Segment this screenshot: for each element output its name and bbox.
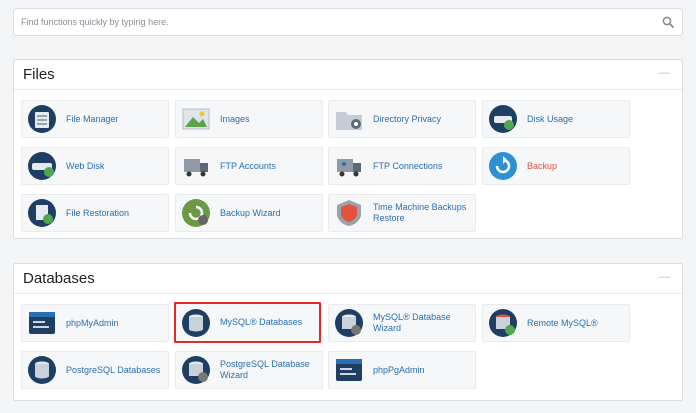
backup-wizard-icon	[182, 199, 210, 227]
disk-usage-link[interactable]: Disk Usage	[482, 100, 630, 138]
images-label: Images	[220, 113, 250, 124]
directory-privacy-label: Directory Privacy	[373, 113, 442, 124]
file-manager-icon	[28, 105, 56, 133]
ftp-connections-icon	[337, 159, 361, 177]
phppgadmin-link[interactable]: phpPgAdmin	[328, 351, 476, 389]
postgresql-databases-label: PostgreSQL Databases	[66, 364, 161, 375]
mysql-wizard-icon	[335, 309, 363, 337]
disk-usage-icon	[489, 105, 517, 133]
mysql-databases-icon	[182, 308, 210, 337]
databases-panel-title: Databases	[23, 270, 95, 287]
databases-panel: Databases — phpMyAdmin MySQL® Databases …	[13, 263, 683, 401]
directory-privacy-icon	[336, 112, 362, 130]
divider	[14, 293, 682, 294]
files-panel-title: Files	[23, 66, 55, 83]
phpmyadmin-link[interactable]: phpMyAdmin	[21, 304, 169, 342]
databases-collapse-button[interactable]: —	[659, 271, 670, 283]
ftp-accounts-icon	[184, 159, 208, 177]
file-manager-link[interactable]: File Manager	[21, 100, 169, 138]
ftp-connections-label: FTP Connections	[373, 160, 443, 171]
divider	[14, 89, 682, 90]
file-restoration-label: File Restoration	[66, 207, 130, 218]
web-disk-icon	[28, 152, 56, 180]
postgresql-databases-link[interactable]: PostgreSQL Databases	[21, 351, 169, 389]
mysql-databases-link[interactable]: MySQL® Databases	[174, 302, 321, 343]
postgresql-wizard-icon	[182, 356, 210, 384]
directory-privacy-link[interactable]: Directory Privacy	[328, 100, 476, 138]
ftp-accounts-link[interactable]: FTP Accounts	[175, 147, 323, 185]
file-restoration-link[interactable]: File Restoration	[21, 194, 169, 232]
postgresql-wizard-link[interactable]: PostgreSQL Database Wizard	[175, 351, 323, 389]
mysql-wizard-link[interactable]: MySQL® Database Wizard	[328, 304, 476, 342]
remote-mysql-label: Remote MySQL®	[527, 317, 598, 328]
postgresql-databases-icon	[28, 356, 56, 384]
file-restoration-icon	[28, 199, 56, 227]
files-panel: Files — File Manager Images Directory Pr…	[13, 59, 683, 239]
disk-usage-label: Disk Usage	[527, 113, 574, 124]
search-input[interactable]	[14, 9, 644, 35]
backup-wizard-link[interactable]: Backup Wizard	[175, 194, 323, 232]
postgresql-wizard-label: PostgreSQL Database Wizard	[220, 359, 310, 380]
images-link[interactable]: Images	[175, 100, 323, 138]
images-icon	[182, 108, 210, 130]
ftp-accounts-label: FTP Accounts	[220, 160, 276, 171]
phppgadmin-icon	[336, 359, 362, 381]
web-disk-label: Web Disk	[66, 160, 105, 171]
web-disk-link[interactable]: Web Disk	[21, 147, 169, 185]
ftp-connections-link[interactable]: FTP Connections	[328, 147, 476, 185]
backup-label: Backup	[527, 160, 558, 171]
search-bar	[13, 8, 683, 36]
time-machine-link[interactable]: Time Machine Backups Restore	[328, 194, 476, 232]
time-machine-icon	[337, 200, 361, 226]
backup-icon	[489, 152, 517, 180]
mysql-wizard-label: MySQL® Database Wizard	[373, 312, 451, 333]
remote-mysql-icon	[489, 309, 517, 337]
search-icon[interactable]	[662, 16, 674, 28]
backup-link[interactable]: Backup	[482, 147, 630, 185]
phpmyadmin-icon	[29, 312, 55, 334]
backup-wizard-label: Backup Wizard	[220, 207, 281, 218]
files-collapse-button[interactable]: —	[659, 67, 670, 79]
remote-mysql-link[interactable]: Remote MySQL®	[482, 304, 630, 342]
phppgadmin-label: phpPgAdmin	[373, 364, 425, 375]
file-manager-label: File Manager	[66, 113, 119, 124]
phpmyadmin-label: phpMyAdmin	[66, 317, 119, 328]
mysql-databases-label: MySQL® Databases	[220, 317, 303, 327]
time-machine-label: Time Machine Backups Restore	[373, 202, 467, 223]
